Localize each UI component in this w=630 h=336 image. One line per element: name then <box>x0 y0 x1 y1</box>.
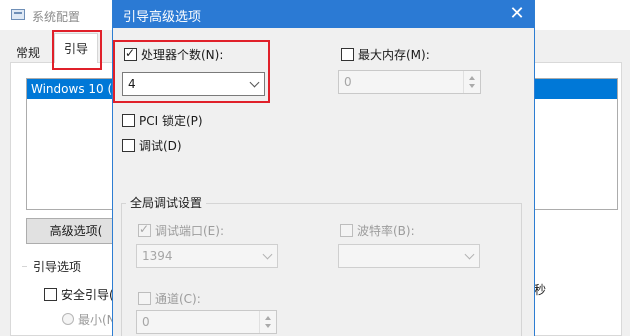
system-config-title: 系统配置 <box>32 10 81 24</box>
max-memory-value: 0 <box>344 75 352 89</box>
max-memory-checkbox[interactable] <box>341 48 354 61</box>
highlight-processors <box>113 40 270 103</box>
global-debug-group-label: 全局调试设置 <box>126 194 207 211</box>
channel-label: 通道(C): <box>155 292 201 306</box>
arrow-down-icon[interactable] <box>469 84 475 88</box>
channel-checkbox[interactable] <box>138 292 151 305</box>
debug-checkbox[interactable] <box>122 139 135 152</box>
baud-rate-label: 波特率(B): <box>357 224 415 238</box>
tab-general[interactable]: 常规 <box>10 41 46 65</box>
arrow-down-icon[interactable] <box>265 324 271 328</box>
advanced-options-button[interactable]: 高级选项( <box>26 218 126 244</box>
os-list[interactable]: Windows 10 (C <box>26 78 126 210</box>
channel-stepper[interactable]: 0 <box>136 310 277 334</box>
channel-value: 0 <box>142 315 150 329</box>
os-list-item[interactable]: Windows 10 (C <box>27 79 125 99</box>
close-icon[interactable]: ✕ <box>500 0 534 28</box>
minimal-radio-label: 最小(N <box>78 313 116 327</box>
chevron-down-icon <box>262 249 273 260</box>
os-list-item-right-edge <box>522 79 617 99</box>
max-memory-label: 最大内存(M): <box>358 48 430 62</box>
os-list-right-edge <box>522 78 618 210</box>
debug-port-label: 调试端口(E): <box>155 224 224 238</box>
safe-boot-checkbox[interactable] <box>44 288 57 301</box>
system-config-app-icon <box>11 9 25 20</box>
channel-stepper-arrows[interactable] <box>259 311 276 333</box>
debug-label: 调试(D) <box>139 139 182 153</box>
max-memory-stepper[interactable]: 0 <box>338 70 481 94</box>
dialog-titlebar: 引导高级选项 ✕ <box>113 0 534 28</box>
pci-lock-checkbox[interactable] <box>122 114 135 127</box>
safe-boot-label: 安全引导( <box>61 288 114 302</box>
max-memory-stepper-arrows[interactable] <box>463 71 480 93</box>
timeout-unit-label: 秒 <box>534 283 547 297</box>
boot-options-group-label: 引导选项 <box>33 260 82 274</box>
arrow-up-icon[interactable] <box>469 76 475 80</box>
debug-port-checkbox[interactable] <box>138 222 151 237</box>
arrow-up-icon[interactable] <box>265 316 271 320</box>
baud-rate-select[interactable] <box>338 244 480 268</box>
debug-port-select-value: 1394 <box>142 249 173 263</box>
debug-port-select[interactable]: 1394 <box>136 244 278 268</box>
pci-lock-label: PCI 锁定(P) <box>139 114 203 128</box>
baud-rate-checkbox[interactable] <box>340 224 353 237</box>
dialog-title: 引导高级选项 <box>123 10 202 25</box>
highlight-boot-tab <box>52 30 102 70</box>
minimal-radio[interactable] <box>62 313 74 325</box>
chevron-down-icon <box>464 249 475 260</box>
boot-options-group-line <box>22 266 27 267</box>
